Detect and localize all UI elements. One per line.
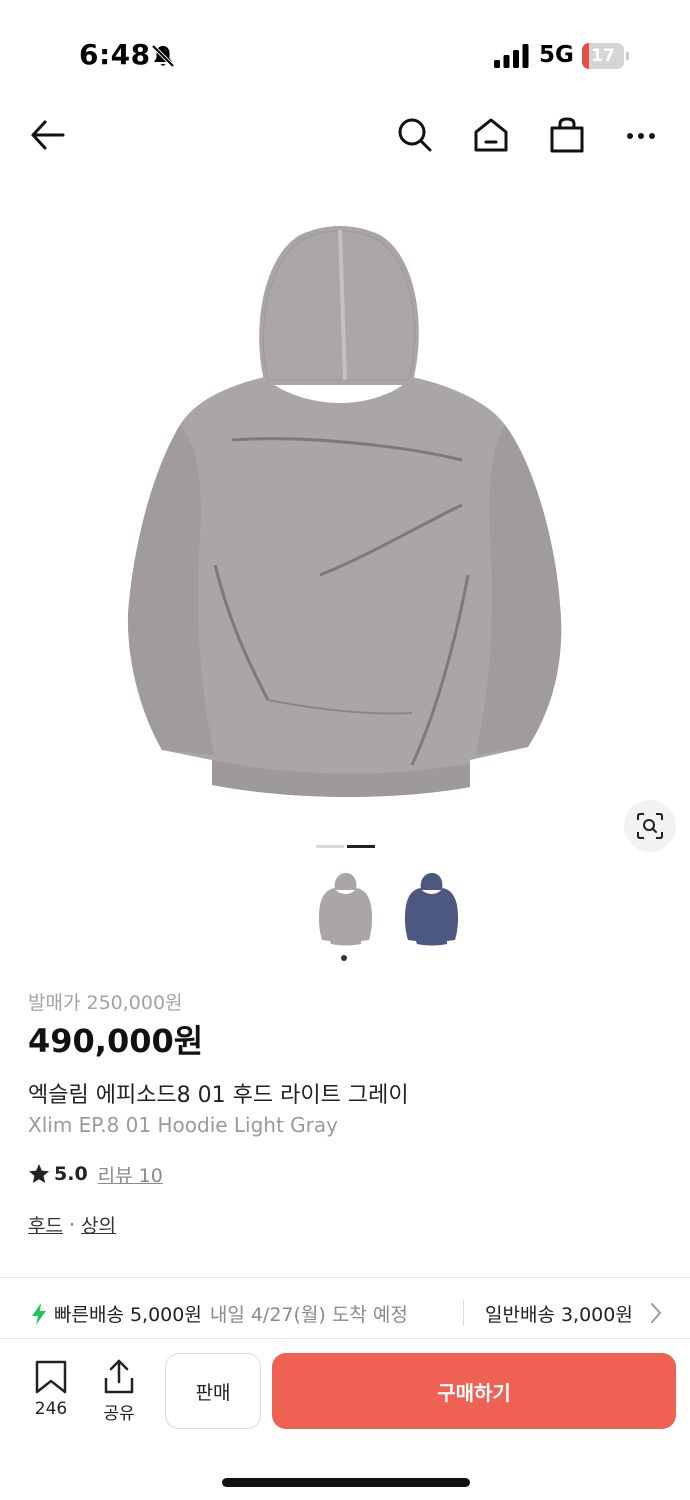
star-icon <box>29 1164 49 1183</box>
fast-shipping-title: 빠른배송 5,000원 <box>54 1304 202 1326</box>
home-button[interactable] <box>466 110 516 160</box>
sell-button[interactable]: 판매 <box>165 1353 261 1429</box>
release-price: 발매가 250,000원 <box>28 992 183 1014</box>
thumbnail-navy[interactable] <box>396 870 466 950</box>
buy-button[interactable]: 구매하기 <box>272 1353 676 1429</box>
fast-shipping-eta: 내일 4/27(월) 도착 예정 <box>209 1304 408 1326</box>
product-image[interactable] <box>0 195 690 825</box>
home-icon <box>474 118 508 152</box>
bell-off-icon <box>151 44 175 68</box>
hoodie-thumbnail <box>318 873 373 946</box>
image-search-button[interactable] <box>624 800 676 852</box>
network-type: 5G <box>539 42 574 68</box>
home-indicator <box>222 1478 470 1487</box>
hoodie-thumbnail <box>404 873 459 946</box>
rating: 5.0 리뷰 10 <box>28 1160 163 1188</box>
shipping-options[interactable]: 빠른배송 5,000원 내일 4/27(월) 도착 예정 일반배송 3,000원 <box>0 1278 690 1338</box>
hoodie-illustration <box>127 226 562 797</box>
product-name-ko: 엑슬림 에피소드8 01 후드 라이트 그레이 <box>28 1083 409 1108</box>
product-price: 490,000원 <box>28 1022 204 1060</box>
battery-icon: 17 <box>582 43 629 69</box>
search-button[interactable] <box>390 110 440 160</box>
selected-thumbnail-dot <box>341 955 347 961</box>
status-time: 6:48 <box>79 38 151 71</box>
back-arrow-icon <box>31 120 65 150</box>
rating-value: 5.0 <box>54 1163 88 1185</box>
more-icon <box>627 133 655 139</box>
category-separator: · <box>68 1213 76 1236</box>
cart-button[interactable] <box>542 110 592 160</box>
category-top[interactable]: 상의 <box>81 1211 116 1238</box>
bookmark-icon <box>35 1360 67 1394</box>
save-button[interactable]: 246 <box>21 1359 81 1429</box>
slide-indicator-segment <box>315 845 344 848</box>
signal-icon <box>494 44 529 68</box>
lightning-icon <box>32 1302 46 1325</box>
shipping-separator <box>463 1300 464 1326</box>
search-icon <box>398 118 432 152</box>
slide-indicator-segment <box>346 845 375 848</box>
share-label: 공유 <box>103 1404 135 1424</box>
lens-icon <box>637 813 663 839</box>
share-icon <box>104 1359 134 1394</box>
thumbnail-light-gray[interactable] <box>310 870 380 950</box>
shopping-bag-icon <box>550 117 584 153</box>
save-count: 246 <box>34 1399 68 1419</box>
share-button[interactable]: 공유 <box>89 1359 149 1429</box>
review-link[interactable]: 리뷰 10 <box>98 1161 163 1188</box>
fast-shipping[interactable]: 빠른배송 5,000원 내일 4/27(월) 도착 예정 <box>30 1300 408 1327</box>
more-button[interactable] <box>616 110 666 160</box>
battery-level: 17 <box>591 46 615 66</box>
category-breadcrumb: 후드 · 상의 <box>28 1211 116 1238</box>
chevron-right-icon[interactable] <box>648 1300 664 1326</box>
category-hood[interactable]: 후드 <box>28 1211 63 1238</box>
status-bar: 6:48 5G 17 <box>0 0 690 110</box>
product-name-en: Xlim EP.8 01 Hoodie Light Gray <box>28 1113 338 1137</box>
back-button[interactable] <box>22 110 72 160</box>
bottom-action-bar: 246 공유 판매 구매하기 <box>0 1338 690 1500</box>
nav-bar <box>0 110 690 160</box>
normal-shipping[interactable]: 일반배송 3,000원 <box>485 1300 641 1327</box>
